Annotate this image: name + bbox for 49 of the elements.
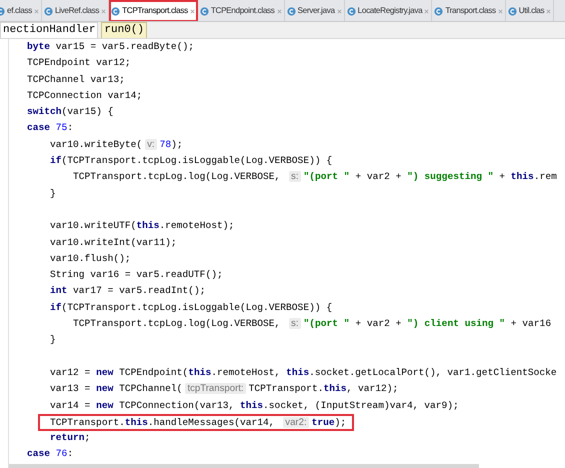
editor-tab[interactable]: ef.class — [0, 0, 42, 21]
code-line: var10.flush(); — [50, 252, 131, 264]
code-line: String var16 = var5.readUTF(); — [50, 269, 223, 280]
breadcrumb-item[interactable]: run0() — [101, 22, 148, 38]
class-file-icon — [111, 6, 120, 16]
code-line: TCPConnection var14; — [27, 90, 142, 101]
code-line: var10.writeByte( v: 78); — [50, 138, 183, 150]
code-line: var12 = new TCPEndpoint(this.remoteHost, this.socket.getLocalPort(), var1.getClientSocke — [50, 366, 557, 378]
code-line: var13 = new TCPChannel( tcpTransport: TCPTransport.this, var12); — [50, 383, 398, 394]
code-line: return; — [50, 432, 90, 444]
class-file-icon — [434, 6, 444, 16]
close-icon[interactable] — [546, 8, 552, 14]
close-icon[interactable] — [424, 8, 430, 14]
code-line: TCPTransport.tcpLog.log(Log.VERBOSE, s: "(port " + var2 + ") suggesting " + this.rem — [73, 171, 557, 182]
code-line: TCPTransport.tcpLog.log(Log.VERBOSE, s: "(port " + var2 + ") client using " + var16 — [73, 318, 552, 330]
editor-tab[interactable]: TCPTransport.class — [109, 0, 198, 21]
code-line: int var17 = var5.readInt(); — [50, 285, 206, 296]
code-line: case 75: — [27, 122, 74, 134]
code-line: if(TCPTransport.tcpLog.isLoggable(Log.VERBOSE)) { — [50, 155, 332, 166]
code-line: case 76: — [27, 448, 74, 460]
class-file-icon — [346, 6, 356, 16]
class-file-icon — [286, 6, 296, 16]
editor-tab[interactable]: LocateRegistry.java — [344, 0, 432, 21]
code-line: } — [50, 334, 56, 346]
close-icon[interactable] — [190, 8, 195, 14]
close-icon[interactable] — [498, 8, 503, 14]
class-file-icon — [200, 6, 209, 16]
close-icon[interactable] — [101, 8, 106, 14]
code-line: var10.writeInt(var11); — [50, 236, 177, 248]
close-icon[interactable] — [276, 8, 282, 14]
editor-tab[interactable]: Transport.class — [432, 0, 506, 21]
code-line: var14 = new TCPConnection(var13, this.socket, (InputStream)var4, var9); — [50, 400, 459, 411]
breadcrumb-item[interactable]: nectionHandler — [0, 22, 98, 38]
code-line: TCPEndpoint var12; — [27, 57, 131, 68]
class-file-icon — [508, 6, 517, 16]
code-line: TCPChannel var13; — [27, 74, 125, 85]
code-line: var10.writeUTF(this.remoteHost); — [50, 220, 234, 232]
editor-tab[interactable]: Util.clas — [506, 0, 554, 21]
editor-tab[interactable]: TCPEndpoint.class — [198, 0, 285, 21]
code-line: byte var15 = var5.readByte(); — [27, 41, 194, 52]
horizontal-scrollbar[interactable] — [9, 464, 479, 468]
editor-tab[interactable]: LiveRef.class — [42, 0, 110, 21]
code-line: if(TCPTransport.tcpLog.isLoggable(Log.VERBOSE)) { — [50, 302, 332, 313]
code-line: switch(var15) { — [27, 106, 114, 118]
close-icon[interactable] — [336, 8, 342, 14]
code-line: } — [50, 188, 56, 199]
editor-tab[interactable]: Server.java — [284, 0, 345, 21]
close-icon[interactable] — [34, 8, 39, 14]
class-file-icon — [44, 6, 53, 16]
